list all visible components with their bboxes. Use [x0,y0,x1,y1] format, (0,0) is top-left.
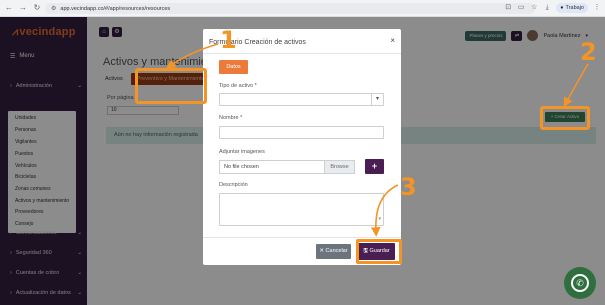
arrow-2 [563,63,589,108]
arrow-3 [370,184,399,237]
annotation-arrows [166,43,589,237]
arrow-1 [166,43,219,69]
whatsapp-button[interactable]: ✆ [564,267,596,299]
phone-icon: ✆ [571,274,589,292]
